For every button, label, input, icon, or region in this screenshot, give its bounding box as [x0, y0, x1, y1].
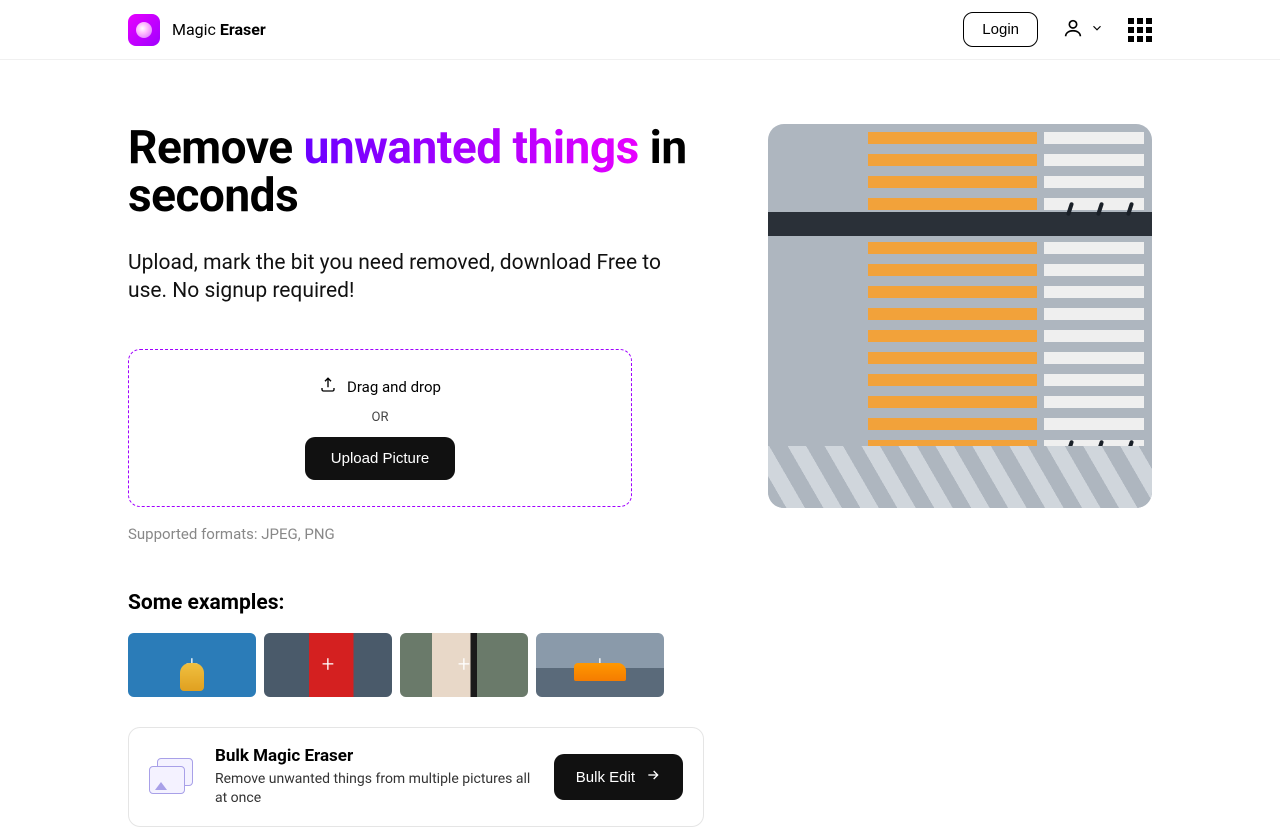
bulk-edit-button[interactable]: Bulk Edit: [554, 754, 683, 800]
brand-logo[interactable]: Magic Eraser: [128, 14, 266, 46]
plus-icon: +: [594, 653, 606, 678]
example-thumb[interactable]: +: [400, 633, 528, 697]
plus-icon: +: [458, 653, 470, 678]
header: Magic Eraser Login: [0, 0, 1280, 60]
bulk-card: Bulk Magic Eraser Remove unwanted things…: [128, 727, 704, 827]
brand-text: Magic Eraser: [172, 20, 266, 39]
upload-dropzone[interactable]: Drag and drop OR Upload Picture: [128, 349, 632, 507]
page-title: Remove unwanted things in seconds: [128, 124, 704, 221]
supported-formats: Supported formats: JPEG, PNG: [128, 525, 704, 543]
chevron-down-icon: [1090, 20, 1104, 39]
user-icon: [1062, 17, 1084, 43]
bulk-images-icon: [149, 758, 193, 796]
example-thumbnails: + + + +: [128, 633, 704, 697]
bulk-subtitle: Remove unwanted things from multiple pic…: [215, 770, 532, 808]
examples-heading: Some examples:: [128, 591, 704, 615]
account-menu[interactable]: [1062, 17, 1104, 43]
hero-image: [768, 124, 1152, 508]
brand-icon: [128, 14, 160, 46]
example-thumb[interactable]: +: [128, 633, 256, 697]
bulk-title: Bulk Magic Eraser: [215, 746, 532, 766]
example-thumb[interactable]: +: [536, 633, 664, 697]
example-thumb[interactable]: +: [264, 633, 392, 697]
or-label: OR: [372, 410, 389, 425]
login-button[interactable]: Login: [963, 12, 1038, 47]
upload-picture-button[interactable]: Upload Picture: [305, 437, 455, 480]
drag-drop-label: Drag and drop: [347, 378, 441, 396]
apps-grid-icon[interactable]: [1128, 18, 1152, 42]
plus-icon: +: [322, 653, 334, 678]
upload-icon: [319, 376, 337, 398]
arrow-right-icon: [645, 767, 661, 787]
page-subtitle: Upload, mark the bit you need removed, d…: [128, 249, 704, 306]
plus-icon: +: [186, 653, 198, 678]
